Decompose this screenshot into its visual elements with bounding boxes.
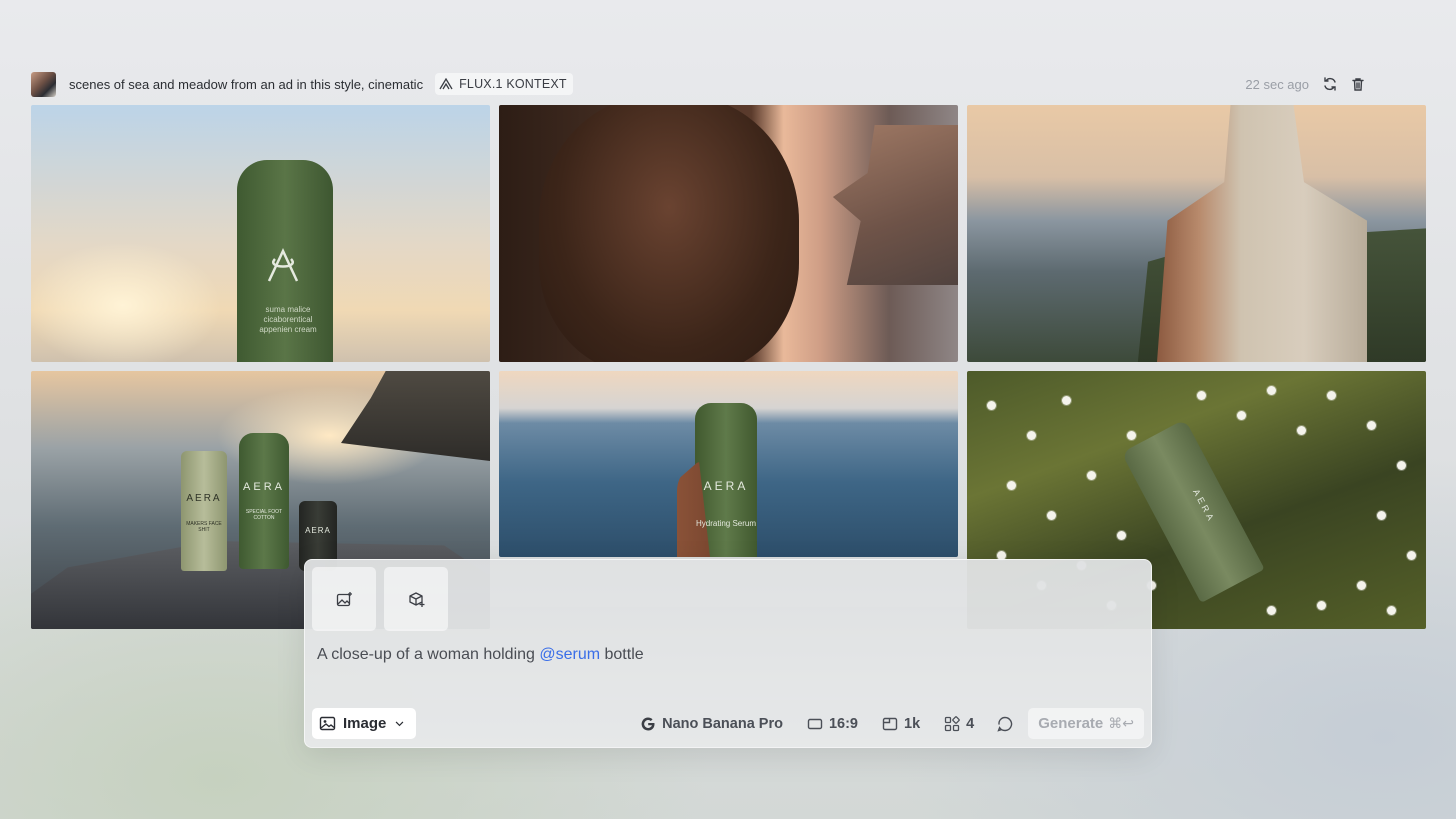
aspect-ratio-value: 16:9 [828,715,858,732]
generate-shortcut: ⌘↩ [1108,715,1134,731]
jar-label-line: appenien cream [259,325,317,334]
header-actions: 22 sec ago [1245,77,1365,92]
trash-icon[interactable] [1351,77,1365,91]
image-mode-icon [319,716,336,731]
google-logo-icon [641,717,655,731]
chevron-down-icon [395,721,404,727]
image-tile-5[interactable]: AERA Hydrating Serum [499,371,958,557]
generate-button[interactable]: Generate ⌘↩ [1028,708,1144,739]
mode-select[interactable]: Image [312,708,417,739]
prompt-text-suffix: bottle [600,646,644,663]
pump-bottle-label: SPECIAL FOOT COTTON [245,509,283,521]
woman-figure [1157,105,1367,362]
cliff-shape [832,125,958,285]
resolution-selector[interactable]: 1k [882,716,920,732]
rock-formation [341,371,490,461]
generation-settings: Nano Banana Pro 16:9 1k 4 Generate ⌘↩ [640,708,1144,739]
resolution-value: 1k [904,715,921,732]
add-3d-reference-button[interactable] [384,567,448,631]
brand-logo-icon [267,248,299,282]
spray-bottle-label: MAKERS FACE SHIT [186,521,222,533]
pump-bottle-brand: AERA [243,481,285,493]
generation-timestamp: 22 sec ago [1245,76,1309,92]
image-tile-1[interactable]: suma malice cicaborentical appenien crea… [31,105,490,362]
dropper-bottle-brand: AERA [305,526,331,535]
add-image-reference-button[interactable] [312,567,376,631]
mode-select-label: Image [343,715,387,732]
add-image-icon [336,591,352,606]
model-badge-label: FLUX.1 KONTEXT [459,77,567,91]
pump-bottle [239,433,289,569]
chat-bubble-icon[interactable] [996,715,1014,733]
jar-label-line: suma malice [265,305,311,314]
generation-header: scenes of sea and meadow from an ad in t… [31,71,1365,97]
reference-avatar[interactable] [31,71,56,97]
prompt-text-prefix: A close-up of a woman holding [317,646,540,663]
jar-label: suma malice cicaborentical appenien crea… [243,305,333,335]
image-count-value: 4 [966,715,975,732]
aspect-ratio-selector[interactable]: 16:9 [807,716,858,732]
regenerate-icon[interactable] [1323,77,1337,91]
jar-label-line: cicaborentical [263,315,313,324]
spray-bottle-brand: AERA [186,493,222,504]
image-tile-2[interactable] [499,105,958,362]
composer-toolbar: Image Nano Banana Pro 16:9 1k 4 Generate… [312,708,1144,739]
resolution-icon [882,717,898,730]
prompt-composer: A close-up of a woman holding @serum bot… [304,559,1152,748]
aspect-ratio-icon [807,718,823,729]
add-cube-icon [408,591,424,607]
serum-brand: AERA [703,479,749,493]
portrait-face [539,105,799,362]
generation-prompt: scenes of sea and meadow from an ad in t… [69,76,424,92]
flux-logo-icon [439,78,453,90]
generate-button-label: Generate [1038,715,1104,732]
model-selector[interactable]: Nano Banana Pro [640,716,783,732]
image-count-selector[interactable]: 4 [944,716,974,732]
prompt-mention[interactable]: @serum [539,646,600,663]
model-name: Nano Banana Pro [662,715,783,732]
grid-count-icon [944,715,960,731]
image-tile-3[interactable] [967,105,1426,362]
serum-product-name: Hydrating Serum [695,519,757,528]
spray-bottle [181,451,227,571]
model-badge: FLUX.1 KONTEXT [435,73,573,95]
prompt-input[interactable]: A close-up of a woman holding @serum bot… [317,646,644,664]
